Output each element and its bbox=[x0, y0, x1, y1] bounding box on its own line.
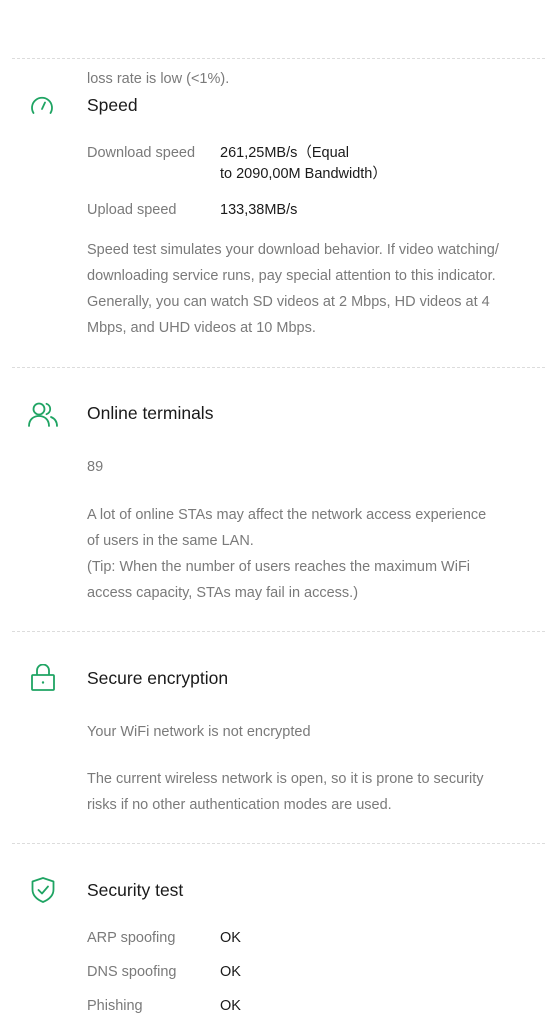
upload-speed-value: 133,38MB/s bbox=[220, 202, 298, 218]
security-row-value: OK bbox=[220, 964, 241, 980]
speedometer-icon bbox=[29, 93, 55, 117]
users-icon bbox=[27, 400, 59, 428]
divider bbox=[12, 58, 545, 59]
upload-speed-label: Upload speed bbox=[87, 202, 177, 218]
previous-section-line-1: … bbox=[87, 22, 547, 42]
divider bbox=[12, 631, 545, 632]
security-row-label: ARP spoofing bbox=[87, 930, 176, 946]
previous-section-line-2: loss rate is low (<1%). bbox=[87, 71, 230, 87]
previous-section-text: … loss rate is low (<1%). bbox=[87, 0, 547, 120]
section-title-speed: Speed bbox=[87, 95, 138, 115]
download-speed-value: 261,25MB/s（Equal to 2090,00M Bandwidth） bbox=[220, 145, 387, 182]
section-title-online-terminals: Online terminals bbox=[87, 403, 214, 423]
encryption-status: Your WiFi network is not encrypted bbox=[87, 724, 311, 740]
divider bbox=[12, 843, 545, 844]
security-row-value: OK bbox=[220, 998, 241, 1014]
section-title-secure-encryption: Secure encryption bbox=[87, 668, 229, 688]
speed-description: Speed test simulates your download behav… bbox=[87, 242, 499, 336]
security-row-value: OK bbox=[220, 930, 241, 946]
terminals-description: A lot of online STAs may affect the netw… bbox=[87, 507, 487, 601]
section-title-security-test: Security test bbox=[87, 880, 184, 900]
security-row-label: DNS spoofing bbox=[87, 964, 177, 980]
divider bbox=[12, 367, 545, 368]
download-speed-label: Download speed bbox=[87, 145, 196, 161]
encryption-description: The current wireless network is open, so… bbox=[87, 771, 484, 813]
lock-icon bbox=[30, 664, 56, 692]
shield-check-icon bbox=[30, 876, 56, 904]
terminal-count: 89 bbox=[87, 459, 104, 475]
security-row-label: Phishing bbox=[87, 998, 143, 1014]
